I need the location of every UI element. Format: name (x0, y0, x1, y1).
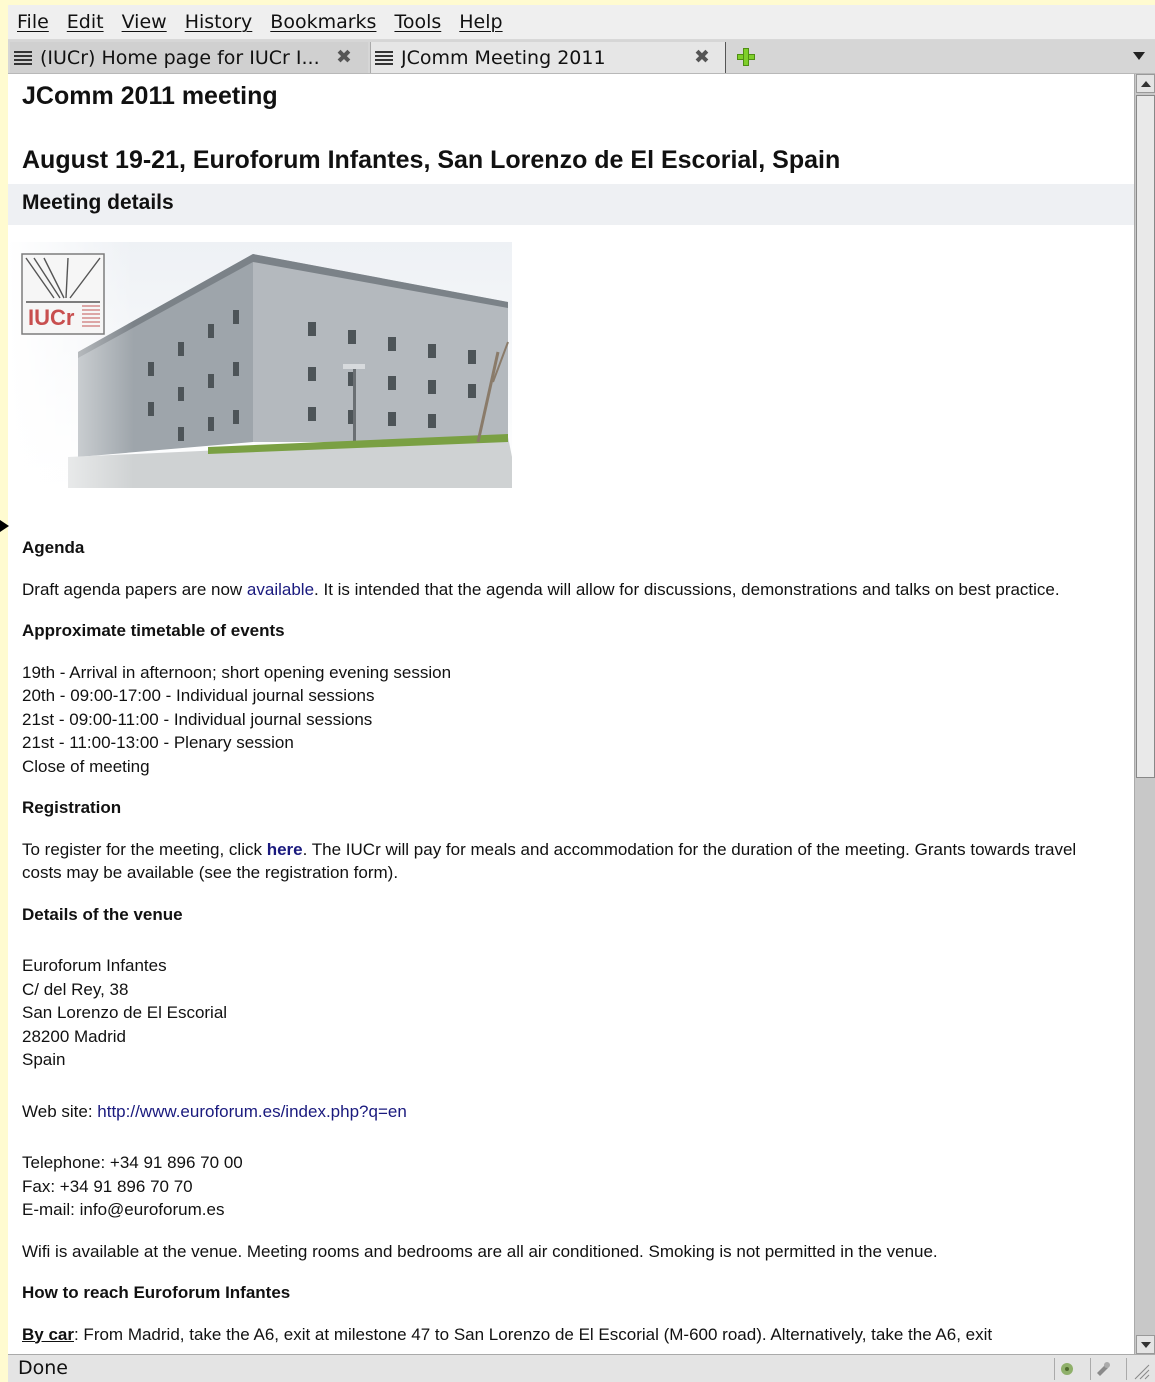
venue-website: Web site: http://www.euroforum.es/index.… (22, 1101, 407, 1121)
page-content: JComm 2011 meeting August 19-21, Eurofor… (8, 74, 1134, 1354)
close-tab-icon[interactable]: ✖ (694, 46, 710, 68)
reach-heading: How to reach Euroforum Infantes (22, 1283, 291, 1302)
timetable-line: 21st - 09:00-11:00 - Individual journal … (22, 709, 373, 729)
address-line: C/ del Rey, 38 (22, 979, 129, 999)
menu-bookmarks[interactable]: Bookmarks (270, 11, 376, 33)
menu-history[interactable]: History (185, 11, 253, 33)
register-here-link[interactable]: here (267, 840, 303, 859)
venue-address: Euroforum Infantes C/ del Rey, 38 San Lo… (22, 954, 1112, 1072)
page-subtitle: August 19-21, Euroforum Infantes, San Lo… (22, 146, 841, 174)
resize-grip-icon[interactable] (1126, 1358, 1150, 1380)
timetable-list: 19th - Arrival in afternoon; short openi… (22, 661, 1112, 779)
timetable-line: 19th - Arrival in afternoon; short openi… (22, 662, 452, 682)
iucr-favicon-icon (375, 50, 393, 66)
venue-website-link[interactable]: http://www.euroforum.es/index.php?q=en (97, 1102, 407, 1121)
address-line: Euroforum Infantes (22, 956, 167, 975)
tab-title: (IUCr) Home page for IUCr I... (40, 46, 320, 69)
scroll-down-icon[interactable] (1136, 1335, 1155, 1354)
timetable-line: 21st - 11:00-13:00 - Plenary session (22, 733, 294, 752)
menu-file[interactable]: File (17, 11, 49, 33)
timetable-heading: Approximate timetable of events (22, 621, 285, 640)
agenda-available-link[interactable]: available (247, 580, 314, 599)
status-plugin-icon[interactable] (1090, 1358, 1114, 1380)
status-addon-icon[interactable] (1054, 1358, 1078, 1380)
venue-email: E-mail: info@euroforum.es (22, 1200, 225, 1219)
scrollbar-thumb[interactable] (1136, 95, 1155, 778)
tab-iucr-home[interactable]: (IUCr) Home page for IUCr I... ✖ (10, 42, 368, 73)
venue-fax: Fax: +34 91 896 70 70 (22, 1176, 193, 1196)
vertical-scrollbar[interactable] (1134, 74, 1155, 1354)
venue-telephone: Telephone: +34 91 896 70 00 (22, 1153, 243, 1172)
timetable-line: 20th - 09:00-17:00 - Individual journal … (22, 686, 375, 705)
reach-by-car: By car: From Madrid, take the A6, exit a… (22, 1324, 993, 1344)
menu-tools[interactable]: Tools (394, 11, 441, 33)
tab-list-dropdown-icon[interactable] (1133, 52, 1145, 60)
meeting-details-heading: Meeting details (22, 191, 174, 214)
menu-edit[interactable]: Edit (67, 11, 104, 33)
iucr-favicon-icon (14, 50, 32, 66)
venue-heading: Details of the venue (22, 904, 183, 924)
page-title: JComm 2011 meeting (22, 82, 278, 110)
meeting-info: Agenda Draft agenda papers are now avail… (22, 536, 1112, 1354)
timetable-line: Close of meeting (22, 756, 150, 776)
menu-help[interactable]: Help (459, 11, 502, 33)
address-line: Spain (22, 1050, 66, 1069)
registration-heading: Registration (22, 798, 122, 817)
tab-strip: (IUCr) Home page for IUCr I... ✖ JComm M… (8, 40, 1155, 74)
address-line: San Lorenzo de El Escorial (22, 1003, 228, 1022)
mouse-pointer-icon (0, 520, 9, 532)
registration-paragraph: To register for the meeting, click here.… (22, 839, 1077, 883)
new-tab-plus-icon[interactable] (735, 46, 757, 68)
menu-bar: File Edit View History Bookmarks Tools H… (8, 5, 1155, 40)
scroll-up-icon[interactable] (1136, 74, 1155, 93)
venue-amenities: Wifi is available at the venue. Meeting … (22, 1241, 938, 1261)
agenda-heading: Agenda (22, 538, 85, 557)
address-line: 28200 Madrid (22, 1026, 126, 1046)
meeting-details-bar: Meeting details (8, 184, 1134, 225)
status-text: Done (18, 1357, 68, 1379)
iucr-logo-text: IUCr (28, 305, 75, 330)
menu-view[interactable]: View (122, 11, 167, 33)
browser-window: File Edit View History Bookmarks Tools H… (0, 0, 1155, 1382)
venue-banner-image: IUCr (8, 242, 512, 488)
agenda-paragraph: Draft agenda papers are now available. I… (22, 579, 1060, 599)
status-bar: Done (8, 1354, 1155, 1382)
tab-title: JComm Meeting 2011 (401, 46, 606, 69)
close-tab-icon[interactable]: ✖ (336, 46, 352, 68)
tab-jcomm-meeting[interactable]: JComm Meeting 2011 ✖ (370, 42, 726, 73)
venue-contacts: Telephone: +34 91 896 70 00 Fax: +34 91 … (22, 1151, 1112, 1222)
